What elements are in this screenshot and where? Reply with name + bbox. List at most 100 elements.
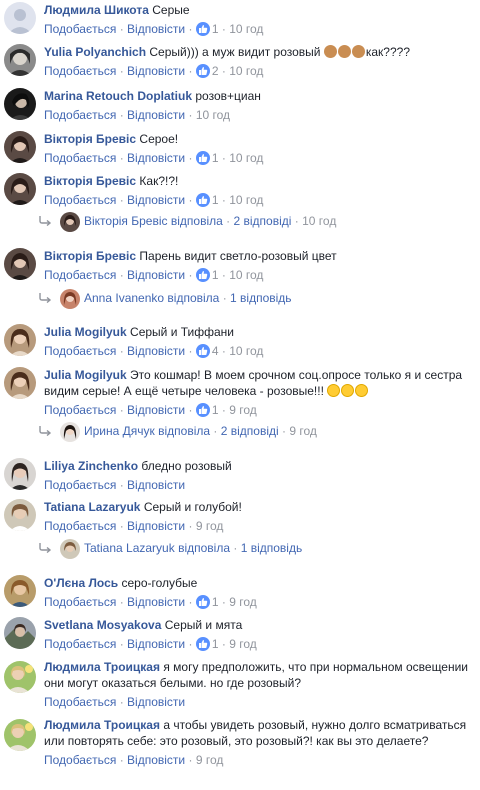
author-name[interactable]: Tatiana Lazaryuk bbox=[44, 500, 140, 514]
like-count[interactable]: 1 bbox=[212, 637, 219, 651]
view-replies-link[interactable]: Вікторія Бревіс відповіла · 2 відповіді … bbox=[38, 211, 474, 232]
avatar[interactable] bbox=[4, 2, 36, 34]
like-count[interactable]: 2 bbox=[212, 64, 219, 78]
view-replies-link[interactable]: Ирина Дячук відповіла · 2 відповіді · 9 … bbox=[38, 421, 474, 442]
like-count[interactable]: 1 bbox=[212, 403, 219, 417]
reply-arrow-icon bbox=[38, 539, 54, 559]
avatar[interactable] bbox=[4, 719, 36, 751]
view-replies-link[interactable]: Tatiana Lazaryuk відповіла · 1 відповідь bbox=[38, 538, 474, 559]
like-count[interactable]: 4 bbox=[212, 344, 219, 358]
reply-link[interactable]: Відповісти bbox=[127, 193, 185, 207]
comment-time[interactable]: 9 год bbox=[229, 595, 257, 609]
like-link[interactable]: Подобається bbox=[44, 64, 116, 78]
like-link[interactable]: Подобається bbox=[44, 108, 116, 122]
thumbs-up-icon bbox=[195, 22, 210, 36]
reply-link[interactable]: Відповісти bbox=[127, 695, 185, 709]
reply-link[interactable]: Відповісти bbox=[127, 108, 185, 122]
comment-time[interactable]: 10 год bbox=[229, 344, 263, 358]
like-link[interactable]: Подобається bbox=[44, 595, 116, 609]
avatar[interactable] bbox=[4, 499, 36, 531]
reply-arrow-icon bbox=[38, 289, 54, 309]
reply-author[interactable]: Вікторія Бревіс bbox=[84, 214, 168, 228]
reply-link[interactable]: Відповісти bbox=[127, 519, 185, 533]
like-count[interactable]: 1 bbox=[212, 151, 219, 165]
reply-link[interactable]: Відповісти bbox=[127, 64, 185, 78]
like-count[interactable]: 1 bbox=[212, 193, 219, 207]
comment-time[interactable]: 10 год bbox=[229, 268, 263, 282]
reply-count[interactable]: 1 відповідь bbox=[230, 291, 292, 305]
comment-actions: Подобається · Відповісти · 9 год bbox=[44, 753, 224, 767]
comment-time[interactable]: 9 год bbox=[196, 519, 224, 533]
reply-count[interactable]: 2 відповіді bbox=[234, 214, 292, 228]
like-link[interactable]: Подобається bbox=[44, 268, 116, 282]
like-link[interactable]: Подобається bbox=[44, 478, 116, 492]
author-name[interactable]: Вікторія Бревіс bbox=[44, 174, 136, 188]
avatar[interactable] bbox=[4, 88, 36, 120]
reply-link[interactable]: Відповісти bbox=[127, 753, 185, 767]
comment-time[interactable]: 9 год bbox=[196, 753, 224, 767]
avatar[interactable] bbox=[4, 617, 36, 649]
like-link[interactable]: Подобається bbox=[44, 637, 116, 651]
author-name[interactable]: Людмила Троицкая bbox=[44, 660, 160, 674]
comment-time[interactable]: 10 год bbox=[229, 151, 263, 165]
avatar[interactable] bbox=[4, 575, 36, 607]
reply-link[interactable]: Відповісти bbox=[127, 22, 185, 36]
avatar[interactable] bbox=[4, 324, 36, 356]
reply-author[interactable]: Tatiana Lazaryuk bbox=[84, 541, 175, 555]
reply-author[interactable]: Anna Ivanenko bbox=[84, 291, 164, 305]
comment-time[interactable]: 9 год bbox=[229, 637, 257, 651]
reply-link[interactable]: Відповісти bbox=[127, 344, 185, 358]
like-link[interactable]: Подобається bbox=[44, 403, 116, 417]
like-link[interactable]: Подобається bbox=[44, 22, 116, 36]
author-name[interactable]: Людмила Шикота bbox=[44, 3, 149, 17]
reply-link[interactable]: Відповісти bbox=[127, 478, 185, 492]
author-name[interactable]: Svetlana Mosyakova bbox=[44, 618, 161, 632]
reply-link[interactable]: Відповісти bbox=[127, 403, 185, 417]
author-name[interactable]: Julia Mogilyuk bbox=[44, 325, 127, 339]
avatar[interactable] bbox=[4, 367, 36, 399]
like-link[interactable]: Подобається bbox=[44, 695, 116, 709]
like-link[interactable]: Подобається bbox=[44, 519, 116, 533]
avatar[interactable] bbox=[4, 661, 36, 693]
like-count[interactable]: 1 bbox=[212, 22, 219, 36]
avatar[interactable] bbox=[4, 44, 36, 76]
like-link[interactable]: Подобається bbox=[44, 753, 116, 767]
view-replies-link[interactable]: Anna Ivanenko відповіла · 1 відповідь bbox=[38, 288, 474, 309]
reply-link[interactable]: Відповісти bbox=[127, 637, 185, 651]
comment-actions: Подобається · Відповісти · 1 · 10 год bbox=[44, 193, 264, 207]
reply-link[interactable]: Відповісти bbox=[127, 595, 185, 609]
avatar[interactable] bbox=[4, 458, 36, 490]
avatar[interactable] bbox=[4, 173, 36, 205]
author-name[interactable]: Вікторія Бревіс bbox=[44, 132, 136, 146]
author-name[interactable]: Вікторія Бревіс bbox=[44, 249, 136, 263]
avatar[interactable] bbox=[4, 131, 36, 163]
author-name[interactable]: Marina Retouch Doplatiuk bbox=[44, 89, 192, 103]
comment-time[interactable]: 10 год bbox=[196, 108, 230, 122]
like-link[interactable]: Подобається bbox=[44, 344, 116, 358]
thumbs-up-icon bbox=[195, 64, 210, 78]
comment-time[interactable]: 9 год bbox=[229, 403, 257, 417]
like-count[interactable]: 1 bbox=[212, 595, 219, 609]
like-link[interactable]: Подобається bbox=[44, 193, 116, 207]
reply-avatar bbox=[60, 538, 80, 559]
author-name[interactable]: О'Лєна Лось bbox=[44, 576, 118, 590]
author-name[interactable]: Yulia Polyanchich bbox=[44, 45, 146, 59]
thumbs-up-icon bbox=[195, 595, 210, 609]
reply-count[interactable]: 1 відповідь bbox=[241, 541, 303, 555]
reply-time: 10 год bbox=[302, 214, 337, 228]
thumbs-up-icon bbox=[195, 268, 210, 282]
comment-time[interactable]: 10 год bbox=[229, 193, 263, 207]
comment-time[interactable]: 10 год bbox=[229, 22, 263, 36]
like-link[interactable]: Подобається bbox=[44, 151, 116, 165]
author-name[interactable]: Людмила Троицкая bbox=[44, 718, 160, 732]
comment-text: Парень видит светло-розовый цвет bbox=[139, 249, 337, 263]
avatar[interactable] bbox=[4, 248, 36, 280]
reply-count[interactable]: 2 відповіді bbox=[221, 424, 279, 438]
author-name[interactable]: Julia Mogilyuk bbox=[44, 368, 127, 382]
reply-link[interactable]: Відповісти bbox=[127, 151, 185, 165]
comment-time[interactable]: 10 год bbox=[229, 64, 263, 78]
like-count[interactable]: 1 bbox=[212, 268, 219, 282]
author-name[interactable]: Liliya Zinchenko bbox=[44, 459, 138, 473]
reply-link[interactable]: Відповісти bbox=[127, 268, 185, 282]
reply-author[interactable]: Ирина Дячук bbox=[84, 424, 155, 438]
